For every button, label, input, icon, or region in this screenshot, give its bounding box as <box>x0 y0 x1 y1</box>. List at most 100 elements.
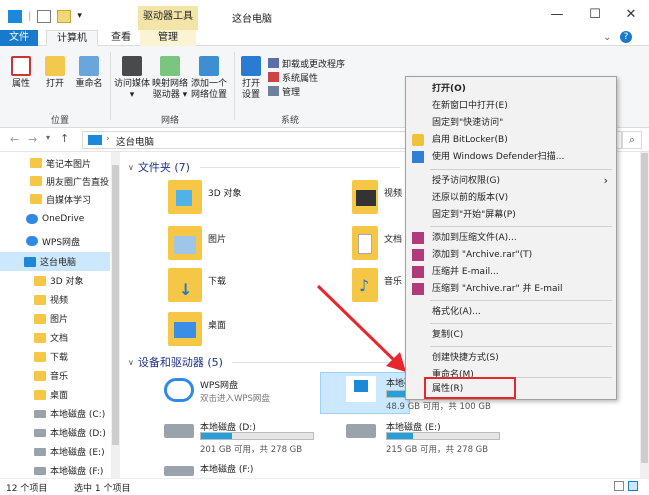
sidebar-item-9[interactable]: 文档 <box>0 328 110 347</box>
minimize-button[interactable]: — <box>540 4 574 26</box>
help-icon[interactable]: ? <box>620 31 632 43</box>
menu-separator <box>430 226 612 227</box>
properties-button[interactable]: 属性 <box>6 56 36 90</box>
sidebar-item-label: 视频 <box>50 296 69 306</box>
sidebar-item-14[interactable]: 本地磁盘 (D:) <box>0 423 110 442</box>
access-media-label: 访问媒体 <box>113 79 150 89</box>
sidebar-item-15[interactable]: 本地磁盘 (E:) <box>0 442 110 461</box>
menu-zip-rar-email-label: 压缩到 "Archive.rar" 并 E-mail <box>432 284 563 294</box>
folder-3d[interactable]: 3D 对象 <box>168 180 242 214</box>
devices-section-header[interactable]: ∨ 设备和驱动器 (5) <box>128 354 223 370</box>
rename-icon <box>79 56 99 76</box>
uninstall-label: 卸载或更改程序 <box>282 59 346 70</box>
tab-manage[interactable]: 管理 <box>140 30 196 46</box>
content-scrollbar-thumb[interactable] <box>641 153 648 463</box>
up-button[interactable]: ↑ <box>60 132 69 145</box>
tab-computer[interactable]: 计算机 <box>46 30 98 46</box>
sidebar-item-6[interactable]: 3D 对象 <box>0 271 110 290</box>
drive-e-free: 215 GB 可用，共 278 GB <box>386 445 489 455</box>
wps-drive-name[interactable]: WPS网盘 <box>200 378 238 391</box>
menu-pin-quick-access[interactable]: 固定到"快速访问" <box>406 114 616 132</box>
ribbon-collapse-icon[interactable]: ⌄ <box>603 32 611 43</box>
menu-zip-email[interactable]: 压缩并 E-mail... <box>406 263 616 281</box>
drive-d-usage-bar <box>200 432 314 440</box>
menu-open[interactable]: 打开(O) <box>406 80 616 98</box>
system-properties-button[interactable]: 系统属性 <box>268 70 345 84</box>
sidebar-item-8[interactable]: 图片 <box>0 309 110 328</box>
map-drive-button[interactable]: 映射网络 驱动器 ▾ <box>150 56 190 101</box>
tab-view[interactable]: 查看 <box>104 30 138 46</box>
close-button[interactable]: ✕ <box>614 4 648 26</box>
properties-check-icon[interactable] <box>37 9 52 23</box>
folder-videos[interactable]: 视频 <box>352 180 402 214</box>
sidebar-item-1[interactable]: 朋友圈广告直投 <box>0 172 110 190</box>
drive-f-name[interactable]: 本地磁盘 (F:) <box>200 462 253 475</box>
sidebar-item-11[interactable]: 音乐 <box>0 366 110 385</box>
properties-icon <box>11 56 31 76</box>
folders-section-header[interactable]: ∨ 文件夹 (7) <box>128 159 190 175</box>
breadcrumb-this-pc[interactable]: 这台电脑 <box>116 134 154 148</box>
menu-grant-access[interactable]: 授予访问权限(G) › <box>406 172 616 190</box>
sidebar-item-7[interactable]: 视频 <box>0 290 110 309</box>
manage-icon <box>268 86 279 96</box>
sidebar-item-0[interactable]: 笔记本图片 <box>0 154 110 172</box>
desktop-icon <box>168 312 202 346</box>
folder-icon <box>34 275 46 286</box>
sidebar-item-10[interactable]: 下载 <box>0 347 110 366</box>
open-settings-button[interactable]: 打开 设置 <box>236 56 266 101</box>
forward-button[interactable]: → <box>28 133 37 146</box>
ribbon-separator <box>234 52 235 120</box>
rename-button[interactable]: 重命名 <box>72 56 106 90</box>
submenu-arrow-icon: › <box>603 174 608 187</box>
folder-icon <box>34 313 46 324</box>
menu-copy[interactable]: 复制(C) <box>406 326 616 344</box>
folder-documents[interactable]: 文档 <box>352 226 402 260</box>
sidebar-item-3[interactable]: OneDrive <box>0 208 110 230</box>
sidebar-item-label: 图片 <box>50 315 69 325</box>
tab-file[interactable]: 文件 <box>0 30 38 46</box>
menu-open-new-window[interactable]: 在新窗口中打开(E) <box>406 97 616 115</box>
sidebar-item-label: 音乐 <box>50 372 69 382</box>
access-media-button[interactable]: 访问媒体 ▾ <box>112 56 152 101</box>
devices-header-label: 设备和驱动器 (5) <box>137 356 223 369</box>
open-button[interactable]: 打开 <box>40 56 70 90</box>
menu-zip-rar-email[interactable]: 压缩到 "Archive.rar" 并 E-mail <box>406 280 616 298</box>
cloud-icon <box>26 214 38 224</box>
uninstall-button[interactable]: 卸载或更改程序 <box>268 56 345 70</box>
menu-defender-label: 使用 Windows Defender扫描... <box>432 152 565 162</box>
sidebar-item-5[interactable]: 这台电脑 <box>0 252 110 271</box>
menu-pin-start[interactable]: 固定到"开始"屏幕(P) <box>406 206 616 224</box>
system-commands: 卸载或更改程序 系统属性 管理 <box>268 56 345 98</box>
details-view-icon[interactable] <box>614 481 624 491</box>
sidebar-item-label: 本地磁盘 (D:) <box>50 429 106 439</box>
drive-f-icon <box>164 466 194 476</box>
add-network-location-button[interactable]: 添加一个 网络位置 <box>188 56 230 101</box>
recent-locations-icon[interactable]: ▾ <box>46 133 50 142</box>
folder-desktop[interactable]: 桌面 <box>168 312 226 346</box>
sidebar-item-4[interactable]: WPS网盘 <box>0 230 110 252</box>
sidebar-item-label: 本地磁盘 (F:) <box>50 467 104 477</box>
sidebar-item-12[interactable]: 桌面 <box>0 385 110 404</box>
menu-add-archive[interactable]: 添加到压缩文件(A)... <box>406 229 616 247</box>
maximize-button[interactable]: ☐ <box>578 4 612 26</box>
menu-bitlocker[interactable]: 启用 BitLocker(B) <box>406 131 616 149</box>
qat-dropdown-icon[interactable]: ▾ <box>77 11 82 21</box>
large-icons-view-icon[interactable] <box>628 481 638 491</box>
shield-icon <box>412 134 424 146</box>
back-button[interactable]: ← <box>10 133 19 146</box>
menu-add-rar[interactable]: 添加到 "Archive.rar"(T) <box>406 246 616 264</box>
computer-icon[interactable] <box>8 9 22 23</box>
folder-downloads[interactable]: ↓ 下载 <box>168 268 226 302</box>
manage-button[interactable]: 管理 <box>268 84 345 98</box>
menu-create-shortcut[interactable]: 创建快捷方式(S) <box>406 349 616 367</box>
sidebar-item-13[interactable]: 本地磁盘 (C:) <box>0 404 110 423</box>
folder-pictures[interactable]: 图片 <box>168 226 226 260</box>
nav-scrollbar-thumb[interactable] <box>112 165 119 445</box>
open-label: 打开 <box>45 79 64 89</box>
menu-format[interactable]: 格式化(A)... <box>406 303 616 321</box>
sidebar-item-2[interactable]: 自媒体学习 <box>0 190 110 208</box>
new-folder-icon[interactable] <box>57 9 72 23</box>
search-icon[interactable]: ⌕ <box>622 131 642 149</box>
menu-restore-versions[interactable]: 还原以前的版本(V) <box>406 189 616 207</box>
menu-defender-scan[interactable]: 使用 Windows Defender扫描... <box>406 148 616 166</box>
